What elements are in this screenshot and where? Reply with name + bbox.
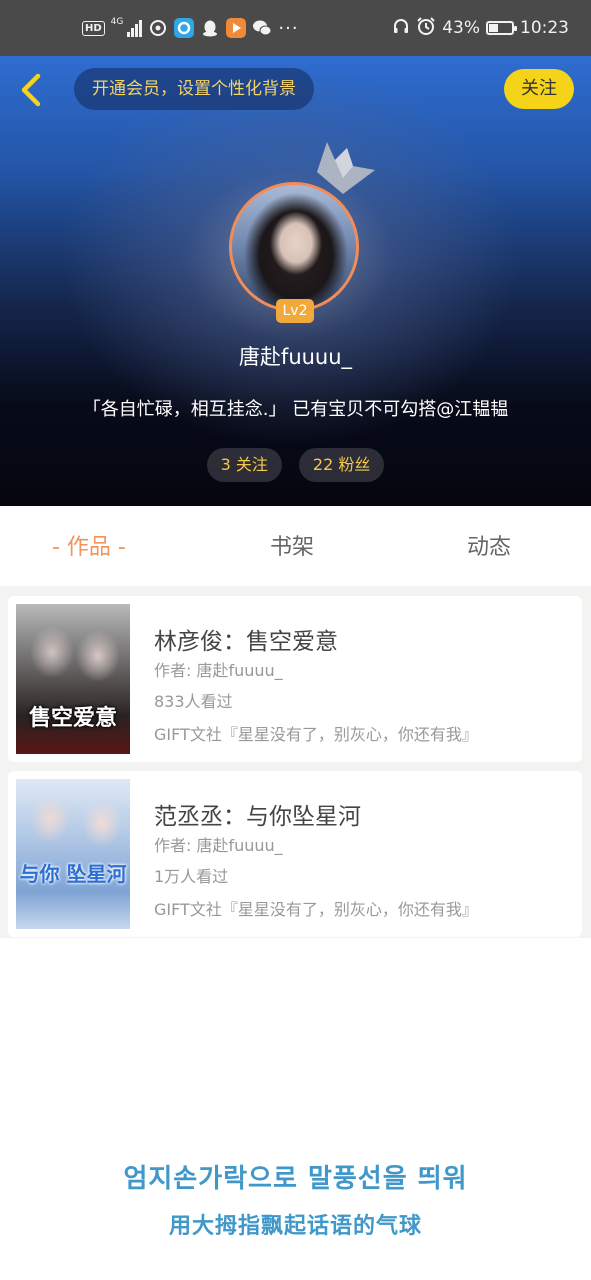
works-list: 售空爱意 林彦俊：售空爱意 作者: 唐赴fuuuu_ 833人看过 GIFT文社… <box>0 586 591 938</box>
book-views: 1万人看过 <box>154 867 229 886</box>
following-count[interactable]: 3 关注 <box>206 448 282 482</box>
tab-works[interactable]: - 作品 - <box>52 506 126 586</box>
book-author: 作者: 唐赴fuuuu_ <box>154 661 283 680</box>
profile-tabs: - 作品 - 书架 动态 <box>0 506 591 586</box>
book-views: 833人看过 <box>154 692 233 711</box>
profile-header: 开通会员，设置个性化背景 关注 Lv2 唐赴fuuuu_ 「各自忙碌，相互挂念.… <box>0 56 591 506</box>
book-title: 范丞丞：与你坠星河 <box>154 804 361 830</box>
wechat-icon <box>252 18 272 38</box>
back-button[interactable] <box>12 70 52 110</box>
book-cover-title: 售空爱意 <box>28 705 117 731</box>
book-cover: 售空爱意 <box>16 604 130 754</box>
chevron-left-icon <box>21 73 41 107</box>
battery-icon <box>486 21 517 35</box>
headphones-icon <box>392 17 410 40</box>
more-dots-icon: ··· <box>278 17 299 39</box>
level-badge: Lv2 <box>276 299 314 323</box>
tab-bookshelf[interactable]: 书架 <box>270 506 314 586</box>
book-card[interactable]: 与你 坠星河 范丞丞：与你坠星河 作者: 唐赴fuuuu_ 1万人看过 GIFT… <box>8 771 582 937</box>
battery-level-fill <box>489 24 498 32</box>
hd-icon: HD <box>82 20 105 36</box>
avatar-wrapper[interactable] <box>229 182 359 312</box>
qq-icon <box>200 18 220 38</box>
fans-count[interactable]: 22 粉丝 <box>298 448 385 482</box>
book-card[interactable]: 售空爱意 林彦俊：售空爱意 作者: 唐赴fuuuu_ 833人看过 GIFT文社… <box>8 596 582 762</box>
book-description: GIFT文社『星星没有了，别灰心，你还有我』 <box>154 725 478 744</box>
follow-button[interactable]: 关注 <box>504 69 574 109</box>
status-bar: HD 4G ··· 43% 10:23 <box>0 0 591 56</box>
alarm-icon <box>416 16 436 41</box>
caption-korean: 엄지손가락으로 말풍선을 띄워 <box>123 1164 468 1194</box>
stats-row: 3 关注 22 粉丝 <box>0 448 591 482</box>
vip-background-banner[interactable]: 开通会员，设置个性化背景 <box>74 68 314 110</box>
battery-percent: 43% <box>442 18 480 38</box>
caption-chinese: 用大拇指飘起话语的气球 <box>168 1214 422 1239</box>
status-left-icons: HD 4G ··· <box>82 0 299 56</box>
sync-icon <box>148 18 168 38</box>
book-description: GIFT文社『星星没有了，别灰心，你还有我』 <box>154 900 478 919</box>
book-cover: 与你 坠星河 <box>16 779 130 929</box>
status-right-icons: 43% 10:23 <box>392 0 569 56</box>
browser-app-icon <box>174 18 195 38</box>
clock: 10:23 <box>520 18 569 38</box>
bio-text: 「各自忙碌，相互挂念.」 已有宝贝不可勾搭@江韫韫 <box>82 399 509 420</box>
book-author: 作者: 唐赴fuuuu_ <box>154 836 283 855</box>
video-app-icon <box>226 18 247 38</box>
network-type-label: 4G <box>110 17 124 27</box>
book-title: 林彦俊：售空爱意 <box>154 629 338 655</box>
book-cover-title: 与你 坠星河 <box>19 862 127 886</box>
username: 唐赴fuuuu_ <box>238 345 353 369</box>
tab-moments[interactable]: 动态 <box>467 506 511 586</box>
avatar[interactable] <box>229 182 359 312</box>
signal-icon <box>127 19 143 37</box>
